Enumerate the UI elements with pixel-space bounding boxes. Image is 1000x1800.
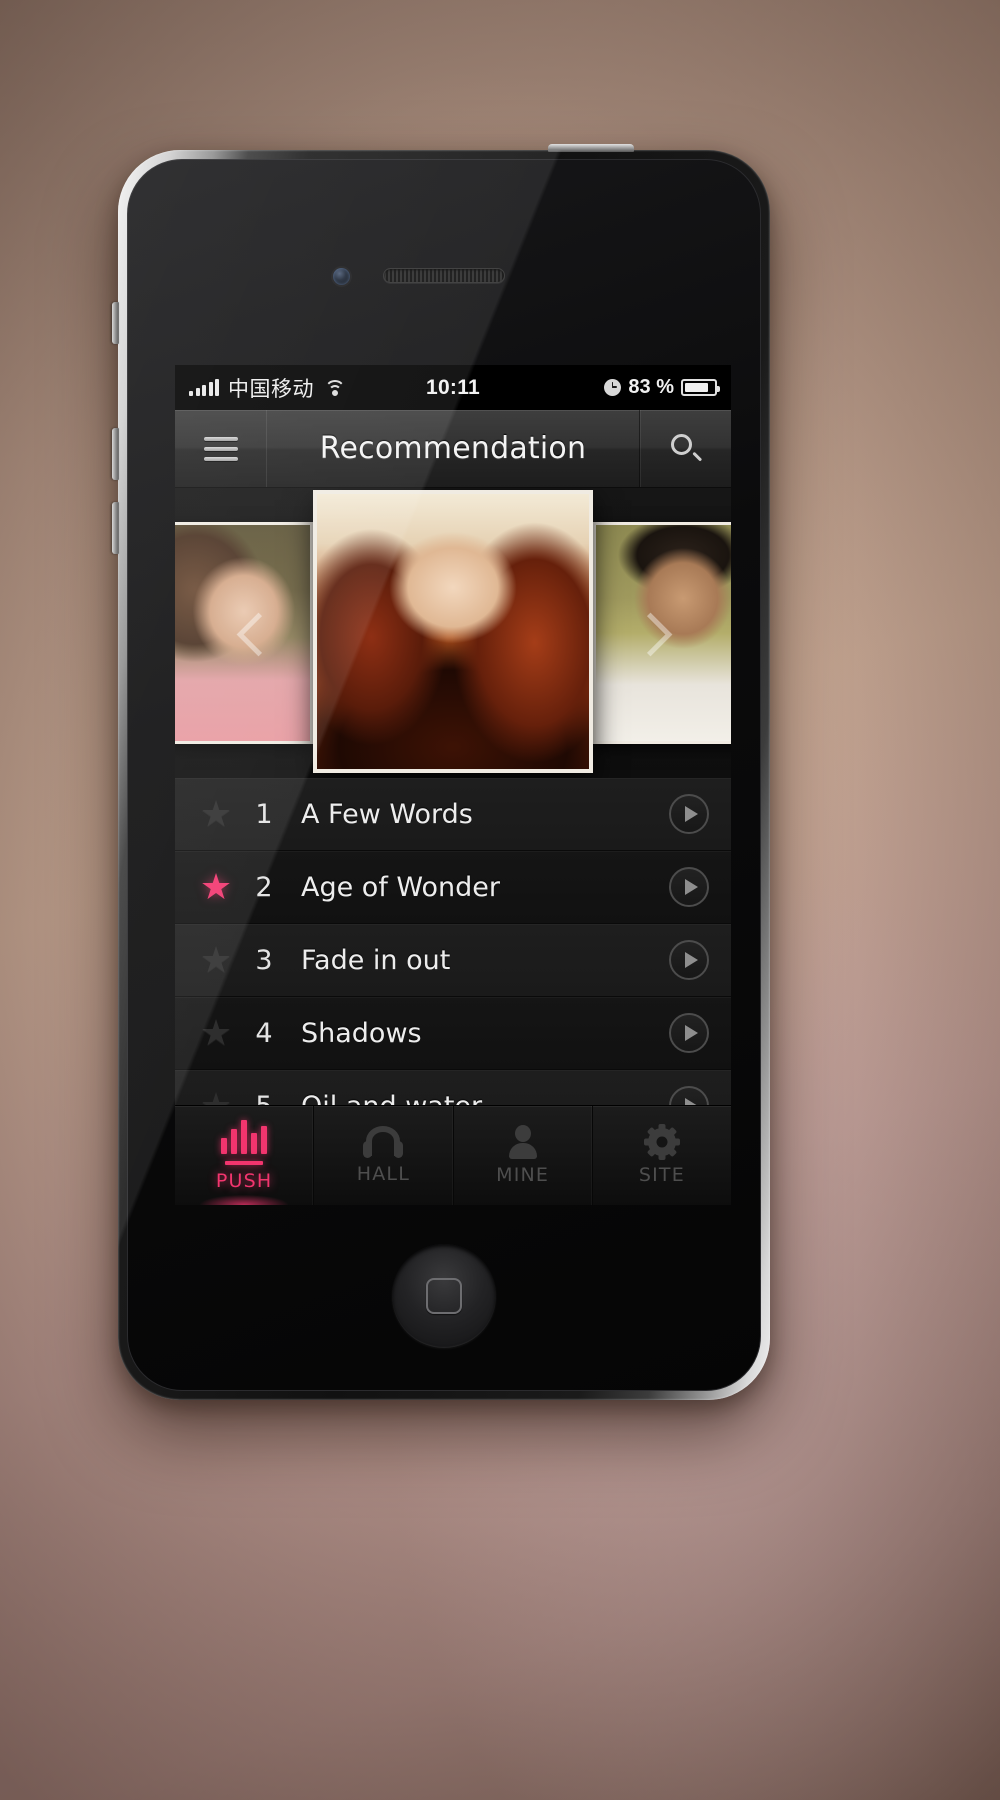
tab-label: MINE: [496, 1164, 550, 1186]
power-button[interactable]: [548, 144, 634, 152]
track-number: 2: [255, 871, 273, 903]
volume-up-button[interactable]: [112, 428, 119, 480]
wifi-icon: [323, 379, 346, 396]
gear-icon: [643, 1124, 680, 1160]
tab-label: PUSH: [215, 1169, 273, 1192]
album-cover-center[interactable]: [313, 490, 593, 773]
tab-push[interactable]: PUSH: [175, 1106, 315, 1205]
status-bar: 中国移动 10:11 83 %: [175, 365, 731, 410]
tab-site[interactable]: SITE: [593, 1106, 731, 1205]
phone-device: 中国移动 10:11 83 % Recommendation ★ 1 A Few…: [112, 144, 770, 1400]
album-carousel[interactable]: [175, 488, 731, 778]
home-square-icon: [426, 1278, 462, 1314]
track-title: Age of Wonder: [301, 871, 501, 903]
status-bar-left: 中国移动: [189, 373, 346, 403]
equalizer-base: [225, 1160, 264, 1165]
status-bar-clock: 10:11: [425, 375, 481, 399]
navigation-bar: Recommendation: [175, 410, 731, 488]
track-number: 3: [255, 944, 273, 976]
tab-hall[interactable]: HALL: [314, 1106, 454, 1205]
chevron-left-icon[interactable]: [237, 613, 277, 653]
alarm-clock-icon: [604, 379, 622, 396]
earpiece-speaker: [383, 268, 505, 283]
tab-mine[interactable]: MINE: [454, 1106, 593, 1205]
signal-bars-icon: [189, 378, 219, 396]
status-bar-right: 83 %: [604, 376, 720, 399]
chevron-right-icon[interactable]: [629, 613, 669, 653]
track-title: Fade in out: [301, 944, 451, 976]
headphones-icon: [363, 1126, 404, 1158]
carrier-label: 中国移动: [228, 376, 314, 401]
track-row[interactable]: ★ 4 Shadows: [175, 997, 731, 1070]
mute-switch[interactable]: [112, 302, 119, 344]
hamburger-menu-icon: [203, 436, 238, 461]
menu-button[interactable]: [175, 410, 267, 487]
person-icon: [507, 1125, 539, 1159]
track-row[interactable]: ★ 3 Fade in out: [175, 924, 731, 997]
battery-icon: [681, 379, 720, 396]
play-button-icon[interactable]: [669, 1013, 709, 1053]
play-button-icon[interactable]: [669, 867, 709, 907]
favorite-star-icon[interactable]: ★: [195, 942, 237, 978]
search-button[interactable]: [639, 410, 731, 487]
tab-bar: PUSH HALL MINE SITE: [175, 1105, 731, 1205]
play-button-icon[interactable]: [669, 794, 709, 834]
favorite-star-icon[interactable]: ★: [195, 1015, 237, 1051]
play-button-icon[interactable]: [669, 940, 709, 980]
front-camera: [333, 268, 350, 285]
search-icon: [670, 433, 702, 464]
track-row[interactable]: ★ 2 Age of Wonder: [175, 851, 731, 924]
favorite-star-icon[interactable]: ★: [195, 869, 237, 905]
page-title: Recommendation: [319, 431, 587, 466]
track-number: 4: [255, 1017, 273, 1049]
phone-bezel: 中国移动 10:11 83 % Recommendation ★ 1 A Few…: [127, 159, 761, 1391]
phone-screen: 中国移动 10:11 83 % Recommendation ★ 1 A Few…: [175, 365, 731, 1205]
favorite-star-icon[interactable]: ★: [195, 796, 237, 832]
track-list[interactable]: ★ 1 A Few Words ★ 2 Age of Wonder ★ 3 Fa…: [175, 778, 731, 1143]
volume-down-button[interactable]: [112, 502, 119, 554]
tab-label: SITE: [638, 1164, 685, 1186]
track-title: Shadows: [301, 1017, 422, 1049]
battery-percent-label: 83 %: [628, 376, 674, 398]
track-number: 1: [255, 798, 273, 830]
equalizer-icon: [220, 1119, 268, 1154]
track-row[interactable]: ★ 1 A Few Words: [175, 778, 731, 851]
track-title: A Few Words: [301, 798, 473, 830]
tab-label: HALL: [356, 1163, 410, 1185]
home-button[interactable]: [392, 1244, 496, 1348]
